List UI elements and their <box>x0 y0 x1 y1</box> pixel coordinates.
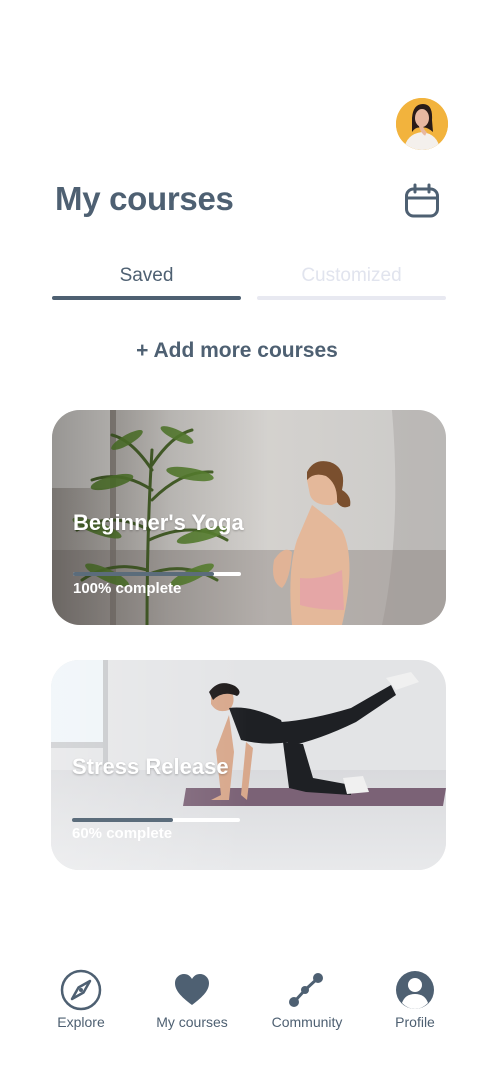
course-card-beginners-yoga[interactable]: Beginner's Yoga 100% complete <box>52 410 446 625</box>
user-icon <box>396 971 434 1009</box>
tab-customized-indicator <box>257 296 446 300</box>
nav-label: My courses <box>156 1014 228 1030</box>
avatar[interactable] <box>396 98 448 150</box>
progress-fill <box>72 818 173 822</box>
course-tabs: Saved Customized <box>52 262 446 302</box>
tab-saved[interactable]: Saved <box>52 262 241 300</box>
nav-item-community[interactable]: Community <box>252 960 362 1030</box>
add-more-courses-button[interactable]: + Add more courses <box>0 339 474 363</box>
heart-icon <box>175 974 209 1005</box>
nav-item-profile[interactable]: Profile <box>360 960 470 1030</box>
course-title: Beginner's Yoga <box>73 510 244 535</box>
progress-bar <box>72 818 240 822</box>
course-title: Stress Release <box>72 754 229 779</box>
nav-label: Profile <box>395 1014 435 1030</box>
nav-label: Community <box>271 1014 343 1030</box>
progress-fill <box>73 572 215 576</box>
tab-customized[interactable]: Customized <box>257 262 446 300</box>
tab-saved-indicator <box>52 296 241 300</box>
tab-customized-label: Customized <box>301 265 402 286</box>
bottom-nav: Explore My courses Community Profile <box>0 960 498 1040</box>
compass-icon <box>60 969 102 1011</box>
tab-saved-label: Saved <box>119 265 174 286</box>
progress-text: 100% complete <box>73 580 182 597</box>
progress-bar <box>73 572 241 576</box>
course-card-stress-release[interactable]: Stress Release 60% complete <box>51 660 446 870</box>
progress-text: 60% complete <box>72 825 173 842</box>
network-icon <box>289 973 323 1007</box>
nav-item-explore[interactable]: Explore <box>26 960 136 1030</box>
nav-label: Explore <box>57 1014 105 1030</box>
nav-item-my-courses[interactable]: My courses <box>137 960 247 1030</box>
calendar-icon[interactable] <box>404 183 440 219</box>
page-title: My courses <box>55 180 234 217</box>
